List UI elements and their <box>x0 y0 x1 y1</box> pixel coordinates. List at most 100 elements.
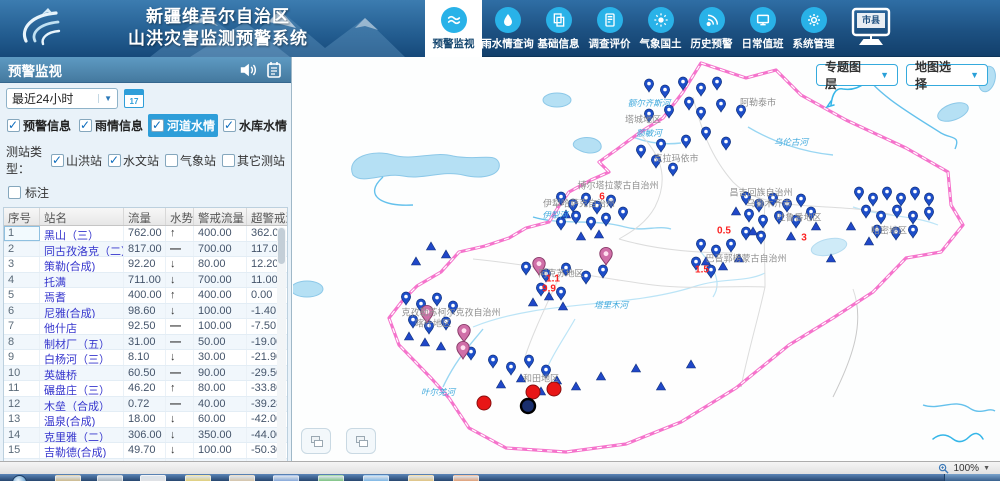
region-label: 吐鲁番地区 <box>776 211 821 224</box>
taskbar-app-tile[interactable] <box>97 475 123 481</box>
annotate-checkbox-box[interactable] <box>8 186 21 199</box>
table-row[interactable]: 12木垒（合成）0.72—40.00-39.28 <box>4 397 287 413</box>
table-row[interactable]: 15吉勒德(合成)49.70↓100.00-50.30 <box>4 443 287 459</box>
audio-alert-icon[interactable] <box>239 62 257 78</box>
taskbar-app-tile[interactable] <box>318 475 344 481</box>
checkbox[interactable] <box>108 154 121 167</box>
station-triangle-marker[interactable] <box>441 250 450 258</box>
taskbar-app-tile[interactable] <box>453 475 479 481</box>
station-name-cell: 制材厂（五） <box>40 335 124 350</box>
station-type-label: 山洪站 <box>66 152 102 169</box>
alert-red-circle-marker[interactable] <box>526 385 540 399</box>
tab-气象国土[interactable]: 气象国土 <box>635 0 686 57</box>
taskbar-app-tile[interactable] <box>140 475 166 481</box>
region-label: 克拉玛依市 <box>653 152 698 165</box>
alert-dark-circle-marker[interactable] <box>521 399 535 413</box>
station-pin-marker[interactable] <box>644 79 653 92</box>
map-select-button[interactable]: 地图选择 ▼ <box>906 64 988 86</box>
column-header-超警戒流量[interactable]: 超警戒流量 <box>247 208 288 225</box>
filter-水库水情[interactable]: 水库水情 <box>220 114 290 137</box>
header-banner: 新疆维吾尔自治区 山洪灾害监测预警系统 <box>0 0 430 57</box>
filter-雨情信息[interactable]: 雨情信息 <box>76 114 146 137</box>
annotate-checkbox[interactable]: 标注 <box>0 179 291 204</box>
filter-预警信息[interactable]: 预警信息 <box>4 114 74 137</box>
taskbar-app-tile[interactable] <box>185 475 211 481</box>
thematic-layer-button[interactable]: 专题图层 ▼ <box>816 64 898 86</box>
table-vertical-scrollbar[interactable]: ▼ <box>277 227 286 475</box>
station-type-水文站[interactable]: 水文站 <box>108 152 159 169</box>
table-row[interactable]: 10英雄桥60.50—90.00-29.50 <box>4 366 287 382</box>
checkbox[interactable] <box>79 119 92 132</box>
panel-restore-button-1[interactable] <box>301 428 331 454</box>
taskbar-app-tile[interactable] <box>273 475 299 481</box>
column-header-流量[interactable]: 流量 <box>124 208 166 225</box>
table-row[interactable]: 3策勒(合成)92.20↓80.0012.20 <box>4 257 287 273</box>
filter-河道水情[interactable]: 河道水情 <box>148 114 218 137</box>
station-type-其它测站[interactable]: 其它测站 <box>222 152 285 169</box>
panel-restore-button-2[interactable] <box>346 428 376 454</box>
tab-历史预警[interactable]: 历史预警 <box>686 0 737 57</box>
log-notepad-icon[interactable] <box>265 62 283 78</box>
station-type-label: 气象站 <box>180 152 216 169</box>
start-button[interactable] <box>12 475 27 481</box>
windows-taskbar[interactable] <box>0 474 1000 481</box>
station-name-cell: 托满 <box>40 273 124 288</box>
taskbar-tray[interactable] <box>944 474 1000 481</box>
flow-cell: 92.20 <box>124 257 166 272</box>
table-row[interactable]: 13温泉(合成)18.00↓60.00-42.00 <box>4 412 287 428</box>
table-row[interactable]: 5焉耆400.00↑400.000.00 <box>4 288 287 304</box>
city-county-button[interactable]: 市县 <box>845 6 897 52</box>
table-row[interactable]: 14克里雅（二）306.00↓350.00-44.00 <box>4 428 287 444</box>
station-type-山洪站[interactable]: 山洪站 <box>51 152 102 169</box>
tab-日常值班[interactable]: 日常值班 <box>737 0 788 57</box>
map-area[interactable]: 专题图层 ▼ 地图选择 ▼ 阿勒泰市塔城地区克拉玛依市博尔塔拉蒙古自治州伊犁哈萨… <box>293 57 1000 461</box>
station-triangle-marker[interactable] <box>426 242 435 250</box>
column-header-警戒流量[interactable]: 警戒流量 <box>194 208 247 225</box>
seq-cell: 7 <box>4 319 40 334</box>
checkbox[interactable] <box>223 119 236 132</box>
taskbar-app-tile[interactable] <box>55 475 81 481</box>
calendar-button[interactable]: 17 <box>124 89 144 109</box>
tab-基础信息[interactable]: 基础信息 <box>533 0 584 57</box>
checkbox[interactable] <box>7 119 20 132</box>
tab-雨水情查询[interactable]: 雨水情查询 <box>482 0 533 57</box>
alert-value-label: 9.9 <box>542 284 556 295</box>
filter-label: 雨情信息 <box>95 117 143 134</box>
chevron-down-icon: ▼ <box>880 70 889 80</box>
seq-cell: 2 <box>4 242 40 257</box>
column-header-站名[interactable]: 站名 <box>40 208 124 225</box>
table-row[interactable]: 6尼雅(合成)98.60↓100.00-1.40 <box>4 304 287 320</box>
seq-cell: 6 <box>4 304 40 319</box>
time-range-select[interactable]: 最近24小时 ▼ <box>6 88 118 109</box>
table-row[interactable]: 2同古孜洛克（二）817.00—700.00117.00 <box>4 242 287 258</box>
table-row[interactable]: 9白杨河（三）8.10↓30.00-21.90 <box>4 350 287 366</box>
table-row[interactable]: 11碾盘庄（三）46.20↑80.00-33.80 <box>4 381 287 397</box>
checkbox[interactable] <box>51 154 64 167</box>
column-header-序号[interactable]: 序号 <box>4 208 40 225</box>
tab-预警监视[interactable]: 预警监视 <box>425 0 482 57</box>
river-label: 额敏河 <box>636 127 662 139</box>
taskbar-app-tile[interactable] <box>229 475 255 481</box>
tab-系统管理[interactable]: 系统管理 <box>788 0 839 57</box>
table-row[interactable]: 7他什店92.50—100.00-7.50 <box>4 319 287 335</box>
alert-red-circle-marker[interactable] <box>477 396 491 410</box>
station-triangle-marker[interactable] <box>411 257 420 265</box>
alert-value-label: 0.5 <box>717 226 731 237</box>
taskbar-app-tile[interactable] <box>408 475 434 481</box>
region-label: 博尔塔拉蒙古自治州 <box>577 179 658 192</box>
zoom-dropdown-arrow[interactable]: ▼ <box>983 465 990 472</box>
taskbar-app-tile[interactable] <box>363 475 389 481</box>
station-type-气象站[interactable]: 气象站 <box>165 152 216 169</box>
table-row[interactable]: 4托满711.00↓700.0011.00 <box>4 273 287 289</box>
column-header-水势[interactable]: 水势 <box>166 208 194 225</box>
table-row[interactable]: 8制材厂（五）31.00—50.00-19.00 <box>4 335 287 351</box>
warning-flow-cell: 80.00 <box>194 381 247 396</box>
checkbox[interactable] <box>222 154 235 167</box>
station-type-label: 水文站 <box>123 152 159 169</box>
alert-value-label: 6 <box>599 192 605 203</box>
checkbox[interactable] <box>165 154 178 167</box>
flow-cell: 400.00 <box>124 288 166 303</box>
tab-调查评价[interactable]: 调查评价 <box>584 0 635 57</box>
table-row[interactable]: 1黑山（三）762.00↑400.00362.00 <box>4 226 287 242</box>
checkbox[interactable] <box>151 119 164 132</box>
